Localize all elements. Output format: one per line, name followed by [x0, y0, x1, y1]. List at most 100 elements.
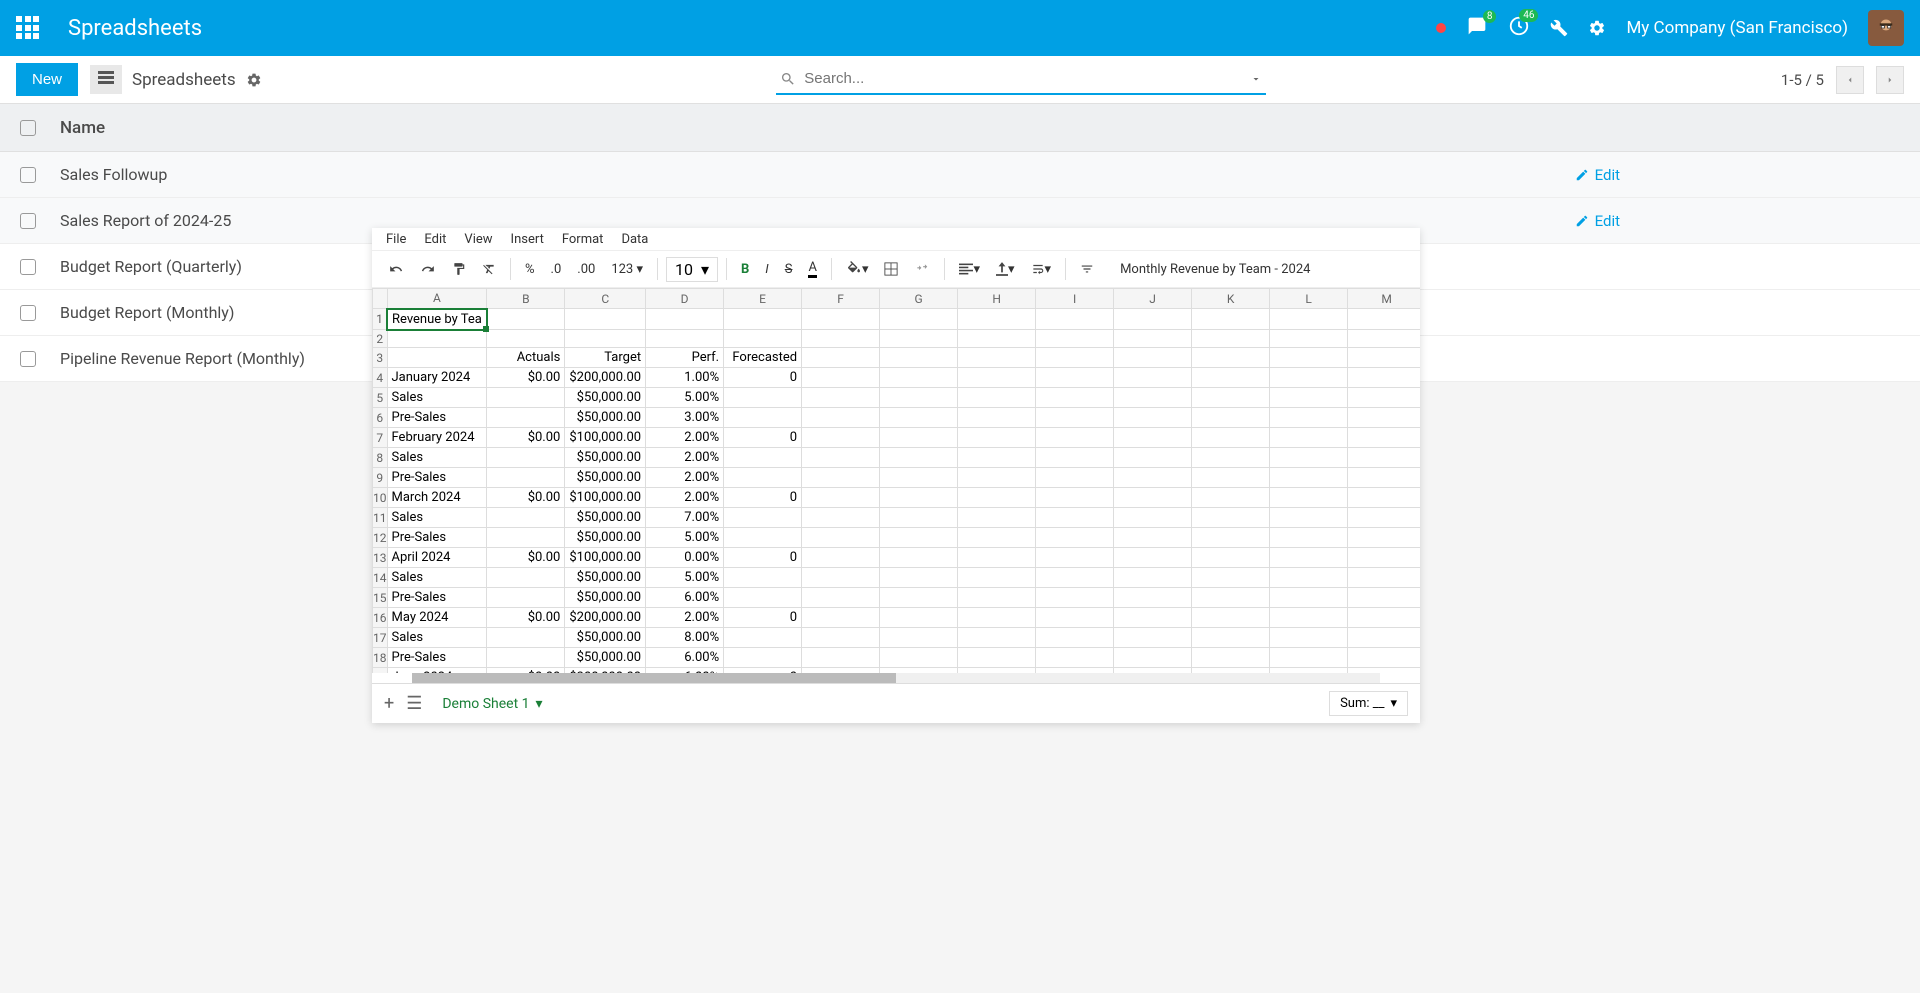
cell[interactable]: Sales	[387, 388, 487, 408]
cell[interactable]	[1114, 348, 1192, 368]
cell[interactable]: Pre-Sales	[387, 408, 487, 428]
menu-view[interactable]: View	[464, 232, 492, 247]
cell[interactable]	[958, 648, 1036, 668]
cell[interactable]: $100,000.00	[565, 488, 646, 508]
cell[interactable]	[880, 628, 958, 648]
cell[interactable]	[958, 348, 1036, 368]
cell[interactable]: 0	[724, 548, 802, 568]
menu-format[interactable]: Format	[562, 232, 604, 247]
cell[interactable]: 2.00%	[646, 428, 724, 448]
company-name[interactable]: My Company (San Francisco)	[1626, 18, 1848, 38]
cell[interactable]	[724, 408, 802, 428]
clear-format-button[interactable]	[476, 258, 502, 280]
cell[interactable]: $0.00	[487, 608, 565, 628]
cell[interactable]: Sales	[387, 568, 487, 588]
cell[interactable]	[802, 468, 880, 488]
breadcrumb[interactable]: Spreadsheets	[132, 70, 236, 90]
cell[interactable]	[958, 309, 1036, 330]
col-header[interactable]: I	[1036, 289, 1114, 309]
row-header[interactable]: 5	[373, 388, 388, 408]
cell[interactable]	[802, 508, 880, 528]
cell[interactable]: 7.00%	[646, 508, 724, 528]
cell[interactable]	[1114, 330, 1192, 348]
cell[interactable]	[487, 330, 565, 348]
row-header[interactable]: 16	[373, 608, 388, 628]
select-all-checkbox[interactable]	[20, 120, 36, 136]
col-header[interactable]: M	[1348, 289, 1420, 309]
cell[interactable]	[1036, 309, 1114, 330]
row-header[interactable]: 17	[373, 628, 388, 648]
cell[interactable]	[880, 568, 958, 588]
all-sheets-button[interactable]: ☰	[406, 693, 422, 714]
cell[interactable]	[880, 309, 958, 330]
cell[interactable]: 5.00%	[646, 528, 724, 548]
cell[interactable]	[646, 330, 724, 348]
filter-button[interactable]	[1074, 258, 1100, 280]
col-header[interactable]: K	[1192, 289, 1270, 309]
cell[interactable]	[1036, 588, 1114, 608]
cell[interactable]	[1270, 568, 1348, 588]
cell[interactable]: 2.00%	[646, 468, 724, 488]
menu-insert[interactable]: Insert	[511, 232, 544, 247]
cell[interactable]	[1348, 508, 1420, 528]
cell[interactable]	[802, 648, 880, 668]
cell[interactable]	[880, 588, 958, 608]
cell[interactable]	[1348, 348, 1420, 368]
number-format-button[interactable]: 123 ▾	[605, 258, 649, 281]
cell[interactable]	[1036, 528, 1114, 548]
cell[interactable]	[880, 330, 958, 348]
cell[interactable]	[1036, 388, 1114, 408]
cell[interactable]	[1192, 488, 1270, 508]
cell[interactable]	[802, 488, 880, 508]
cell[interactable]	[1114, 368, 1192, 388]
cell[interactable]: $0.00	[487, 548, 565, 568]
cell[interactable]	[1036, 488, 1114, 508]
col-header[interactable]: E	[724, 289, 802, 309]
cell[interactable]	[1348, 408, 1420, 428]
cell[interactable]: April 2024	[387, 548, 487, 568]
cell[interactable]: 0	[724, 668, 802, 674]
cell[interactable]: Target	[565, 348, 646, 368]
cell[interactable]	[1192, 648, 1270, 668]
cell[interactable]	[487, 628, 565, 648]
cell[interactable]	[724, 628, 802, 648]
row-checkbox[interactable]	[20, 167, 36, 183]
cell[interactable]	[1036, 628, 1114, 648]
cell[interactable]	[958, 588, 1036, 608]
cell[interactable]	[1348, 548, 1420, 568]
cell[interactable]: 6.00%	[646, 668, 724, 674]
cell[interactable]	[880, 528, 958, 548]
cell[interactable]: March 2024	[387, 488, 487, 508]
row-header[interactable]: 14	[373, 568, 388, 588]
cell[interactable]: 0.00%	[646, 548, 724, 568]
cell[interactable]	[1192, 368, 1270, 388]
cell[interactable]	[880, 368, 958, 388]
cell[interactable]	[802, 309, 880, 330]
row-header[interactable]: 11	[373, 508, 388, 528]
cell[interactable]	[487, 648, 565, 668]
cell[interactable]	[1192, 330, 1270, 348]
cell[interactable]: $200,000.00	[565, 368, 646, 388]
cell[interactable]	[880, 428, 958, 448]
cell[interactable]	[646, 309, 724, 330]
row-header[interactable]: 12	[373, 528, 388, 548]
edit-link[interactable]: Edit	[1575, 212, 1620, 230]
cell[interactable]	[724, 468, 802, 488]
cell[interactable]	[387, 348, 487, 368]
pager-prev-button[interactable]	[1836, 66, 1864, 94]
cell[interactable]	[1114, 648, 1192, 668]
horizontal-scrollbar[interactable]	[412, 673, 1380, 683]
cell[interactable]	[958, 330, 1036, 348]
cell[interactable]	[724, 448, 802, 468]
cell[interactable]	[487, 568, 565, 588]
cell[interactable]	[487, 309, 565, 330]
add-sheet-button[interactable]: +	[384, 693, 394, 714]
sheet-tab[interactable]: Demo Sheet 1▾	[434, 692, 550, 716]
cell[interactable]: Sales	[387, 628, 487, 648]
cell[interactable]	[1114, 488, 1192, 508]
cell[interactable]: January 2024	[387, 368, 487, 388]
cell[interactable]	[802, 330, 880, 348]
cell[interactable]: $50,000.00	[565, 448, 646, 468]
cell[interactable]	[1270, 388, 1348, 408]
cell[interactable]	[880, 388, 958, 408]
